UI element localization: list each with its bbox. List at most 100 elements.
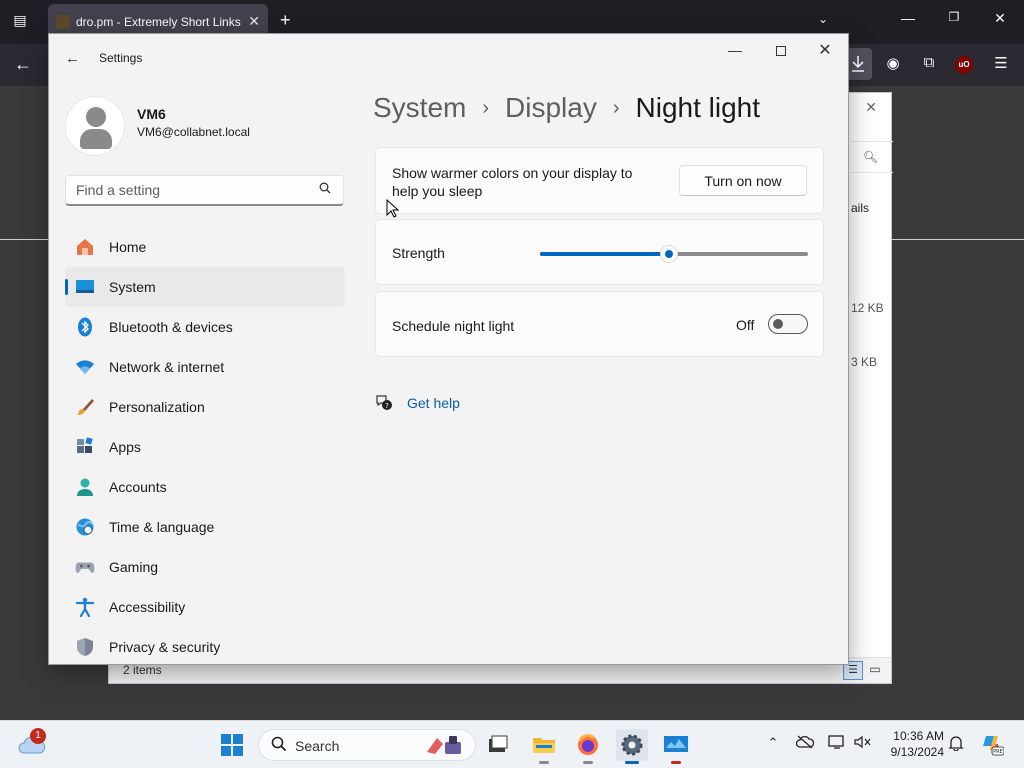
menu-icon[interactable]: ☰ [990,54,1012,76]
sidebar-item-label: Gaming [109,559,159,575]
sidebar-item-gaming[interactable]: Gaming [65,547,345,587]
tiles-view-icon[interactable]: ▭ [865,661,885,680]
user-email: VM6@collabnet.local [137,125,250,139]
system-icon [75,277,95,297]
strength-card: Strength [375,219,824,285]
settings-app-button[interactable] [616,729,648,764]
browser-minimize-icon[interactable]: — [898,10,918,26]
chevron-up-icon[interactable]: ⌃ [763,735,783,751]
settings-window: ← Settings — ✕ VM6 VM6@collabnet.local H… [48,33,849,665]
tab-title: dro.pm - Extremely Short Links [76,15,241,29]
get-help-link[interactable]: Get help [407,395,460,411]
onedrive-icon[interactable] [795,735,815,752]
file-explorer-icon [533,738,555,753]
search-icon[interactable] [319,182,331,197]
turn-on-now-button[interactable]: Turn on now [679,165,807,196]
home-icon [75,237,95,257]
taskbar-search[interactable]: Search [258,729,476,761]
breadcrumb-display[interactable]: Display [505,92,597,124]
apps-icon [75,437,95,457]
taskbar-search-placeholder: Search [295,738,340,754]
clock-date[interactable]: 9/13/2024 [876,745,944,759]
schedule-toggle[interactable] [768,314,808,334]
taskbar: 1 Search ⌃ 10:36 AM 9/13/2024 PRE [0,720,1024,768]
bg-search-icon[interactable]: 🔍︎ [851,141,893,173]
minimize-icon[interactable]: — [723,42,747,58]
tabs-dropdown-icon[interactable]: ⌄ [818,12,828,26]
task-view-button[interactable] [482,729,514,761]
remote-desktop-button[interactable] [660,729,692,764]
browser-restore-icon[interactable]: ❐ [944,10,964,24]
user-name: VM6 [137,106,166,122]
display-icon[interactable] [827,735,847,752]
night-light-description: Show warmer colors on your display to he… [392,165,633,199]
search-box[interactable] [65,175,344,206]
tab-close-icon[interactable]: ✕ [248,13,260,30]
start-button[interactable] [216,729,248,761]
maximize-icon[interactable] [769,42,793,61]
gamepad-icon [75,557,95,577]
sidebar-item-label: Time & language [109,519,215,535]
sidebar-item-label: Network & internet [109,359,225,375]
ublock-icon[interactable]: uO [955,56,973,74]
remote-desktop-icon [664,736,688,752]
breadcrumb-system[interactable]: System [373,92,466,124]
close-icon[interactable]: ✕ [813,40,837,60]
back-icon[interactable]: ← [14,54,32,75]
toggle-knob [773,319,783,329]
sidebar-item-label: Bluetooth & devices [109,319,233,335]
active-indicator [625,761,639,764]
svg-text:PRE: PRE [993,749,1003,755]
start-icon [221,734,243,756]
sidebar-item-label: Personalization [109,399,205,415]
sidebar-item-privacy[interactable]: Privacy & security [65,627,345,664]
new-tab-icon[interactable]: + [280,10,291,31]
favicon-icon [56,15,70,29]
schedule-card: Schedule night light Off [375,291,824,357]
bluetooth-icon [75,317,95,337]
task-view-icon [489,735,508,752]
toggle-state-label: Off [736,317,755,333]
extensions-icon[interactable]: ⧉ [918,54,940,76]
shield-icon [75,637,95,657]
sidebar-item-bluetooth[interactable]: Bluetooth & devices [65,307,345,347]
bg-close-icon[interactable]: ✕ [865,99,877,116]
sidebar-item-personalization[interactable]: Personalization [65,387,345,427]
sidebar-item-label: Home [109,239,147,255]
copilot-icon[interactable]: PRE [980,733,1005,757]
account-icon[interactable]: ◉ [882,54,904,76]
sidebar-item-system[interactable]: System [65,267,345,307]
sidebar-item-home[interactable]: Home [65,227,345,267]
strength-slider[interactable] [540,245,808,263]
running-indicator [539,761,549,764]
bg-file-size: 3 KB [851,355,878,369]
window-title: Settings [99,51,143,65]
back-arrow-icon[interactable]: ← [65,50,80,67]
sidebar-item-accessibility[interactable]: Accessibility [65,587,345,627]
notification-badge: 1 [30,728,46,744]
clock-time[interactable]: 10:36 AM [884,729,944,743]
sidebar-nav: Home System Bluetooth & devices Network … [65,227,345,664]
night-light-toggle-card: Show warmer colors on your display to he… [375,147,824,214]
brush-icon [75,397,95,417]
chevron-right-icon: › [612,96,620,119]
file-explorer-button[interactable] [528,729,560,764]
slider-thumb[interactable] [659,245,678,263]
sidebar-item-accounts[interactable]: Accounts [65,467,345,507]
avatar[interactable] [65,96,125,156]
tab-list-icon[interactable]: ▤ [11,12,29,30]
get-help-icon[interactable]: ? [375,393,393,411]
sidebar-item-time-language[interactable]: Time & language [65,507,345,547]
sidebar-item-apps[interactable]: Apps [65,427,345,467]
volume-icon[interactable] [853,735,873,752]
sidebar-item-network[interactable]: Network & internet [65,347,345,387]
search-icon [271,736,287,756]
browser-close-icon[interactable]: ✕ [990,10,1010,27]
slider-fill [540,252,669,256]
wifi-icon [75,357,95,377]
firefox-button[interactable] [572,729,604,764]
bell-icon[interactable] [946,735,966,754]
sidebar-item-label: Privacy & security [109,639,221,655]
search-input[interactable] [76,182,306,198]
svg-text:?: ? [385,402,389,410]
